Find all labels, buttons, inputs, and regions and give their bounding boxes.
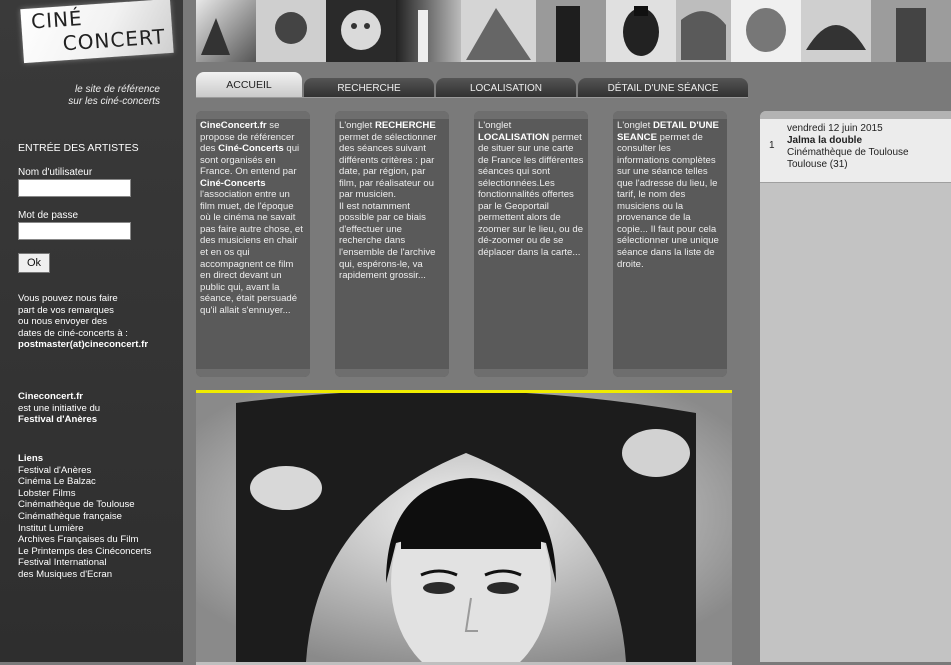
localisation-text: L'onglet LOCALISATION permet de situer s… — [478, 120, 584, 259]
logo-line-1: CINÉ — [30, 6, 84, 34]
contact-line: Vous pouvez nous faire — [18, 293, 118, 304]
list-top-cap — [760, 111, 951, 119]
password-input[interactable] — [18, 222, 131, 240]
cineconcert-logo[interactable]: CINÉ CONCERT — [20, 0, 174, 64]
contact-email-link[interactable]: postmaster(at)cineconcert.fr — [18, 339, 148, 351]
box-bottom-cap — [196, 369, 310, 377]
link-item[interactable]: Cinéma Le Balzac — [18, 476, 151, 488]
info-box-detail: L'onglet DETAIL D'UNE SEANCE permet de c… — [613, 111, 727, 377]
link-item[interactable]: des Musiques d'Ecran — [18, 569, 151, 581]
intro-text: CineConcert.fr se propose de référencer … — [200, 120, 306, 316]
box-top-cap — [196, 111, 310, 119]
username-input[interactable] — [18, 179, 131, 197]
tab-detail-seance[interactable]: DÉTAIL D'UNE SÉANCE — [578, 78, 748, 98]
link-item[interactable]: Festival International — [18, 557, 151, 569]
tab-accueil[interactable]: ACCUEIL — [196, 72, 302, 98]
detail-text: L'onglet DETAIL D'UNE SEANCE permet de c… — [617, 120, 723, 270]
box-bottom-cap — [613, 369, 727, 377]
seance-date: vendredi 12 juin 2015 — [787, 123, 883, 134]
info-box-localisation: L'onglet LOCALISATION permet de situer s… — [474, 111, 588, 377]
localisation-keyword: LOCALISATION — [478, 131, 550, 143]
sidebar: CINÉ CONCERT le site de référence sur le… — [0, 0, 183, 662]
box-bottom-cap — [335, 369, 449, 377]
tabs-divider — [196, 97, 748, 98]
banner-stills-image — [196, 0, 951, 62]
initiative-line: est une initiative du — [18, 402, 101, 414]
info-box-recherche: L'onglet RECHERCHE permet de sélectionne… — [335, 111, 449, 377]
link-item[interactable]: Lobster Films — [18, 488, 151, 500]
intro-keyword: Ciné-Concerts — [200, 177, 266, 189]
initiative-festival-link[interactable]: Festival d'Anères — [18, 414, 100, 426]
tab-localisation[interactable]: LOCALISATION — [436, 78, 576, 98]
links-section: Liens Festival d'Anères Cinéma Le Balzac… — [18, 453, 151, 581]
detail-text-part: L'onglet — [617, 120, 653, 131]
info-box-intro: CineConcert.fr se propose de référencer … — [196, 111, 310, 377]
link-item[interactable]: Cinémathèque française — [18, 511, 151, 523]
link-item[interactable]: Institut Lumière — [18, 523, 151, 535]
login-title: ENTRÉE DES ARTISTES — [18, 142, 139, 154]
contact-line: ou nous envoyer des — [18, 316, 108, 328]
box-top-cap — [335, 111, 449, 119]
seance-venue: Cinémathèque de Toulouse — [787, 147, 909, 158]
contact-text: Vous pouvez nous faire part de vos remar… — [18, 293, 148, 351]
password-label: Mot de passe — [18, 210, 79, 221]
link-item[interactable]: Le Printemps des Cinéconcerts — [18, 546, 151, 558]
contact-line: dates de ciné-concerts à : — [18, 327, 128, 339]
seance-city: Toulouse (31) — [787, 159, 848, 170]
seance-row[interactable]: 1 vendredi 12 juin 2015 Jalma la double … — [760, 119, 951, 183]
intro-text-part: l'association entre un film muet, de l'é… — [200, 189, 303, 316]
link-item[interactable]: Festival d'Anères — [18, 465, 151, 477]
recherche-text-part: Il est notamment possible par ce biais d… — [339, 200, 436, 282]
featured-film-photo — [196, 390, 732, 665]
box-top-cap — [474, 111, 588, 119]
links-title: Liens — [18, 453, 44, 464]
link-item[interactable]: Cinémathèque de Toulouse — [18, 499, 151, 511]
box-top-cap — [613, 111, 727, 119]
photo-image — [196, 393, 732, 665]
seance-title: Jalma la double — [787, 135, 863, 146]
tagline-line-2: sur les ciné-concerts — [68, 96, 160, 107]
localisation-text-part: permet de situer sur une carte de France… — [478, 131, 584, 259]
recherche-text-part: L'onglet — [339, 120, 375, 131]
main-tabs: ACCUEIL RECHERCHE LOCALISATION DÉTAIL D'… — [196, 72, 748, 98]
recherche-keyword: RECHERCHE — [374, 120, 436, 131]
link-item[interactable]: Archives Françaises du Film — [18, 534, 151, 546]
detail-text-part: permet de consulter les informations com… — [617, 131, 719, 270]
intro-keyword: Ciné-Concerts — [218, 143, 284, 155]
tab-recherche[interactable]: RECHERCHE — [304, 78, 434, 98]
recherche-text: L'onglet RECHERCHE permet de sélectionne… — [339, 120, 445, 282]
seances-list: 1 vendredi 12 juin 2015 Jalma la double … — [760, 111, 951, 662]
localisation-text-part: L'onglet — [478, 120, 512, 131]
login-ok-button[interactable]: Ok — [18, 253, 50, 273]
recherche-text-part: permet de sélectionner des séances suiva… — [339, 131, 437, 201]
box-bottom-cap — [474, 369, 588, 377]
username-label: Nom d'utilisateur — [18, 167, 93, 178]
film-stills-banner — [196, 0, 951, 62]
seance-number: 1 — [769, 140, 775, 151]
intro-site-name: CineConcert.fr — [200, 120, 267, 131]
site-tagline: le site de référence sur les ciné-concer… — [0, 84, 160, 108]
tagline-line-1: le site de référence — [74, 84, 160, 95]
initiative-text: Cineconcert.fr est une initiative du Fes… — [18, 391, 100, 426]
initiative-site: Cineconcert.fr — [18, 391, 84, 402]
contact-line: part de vos remarques — [18, 304, 114, 316]
